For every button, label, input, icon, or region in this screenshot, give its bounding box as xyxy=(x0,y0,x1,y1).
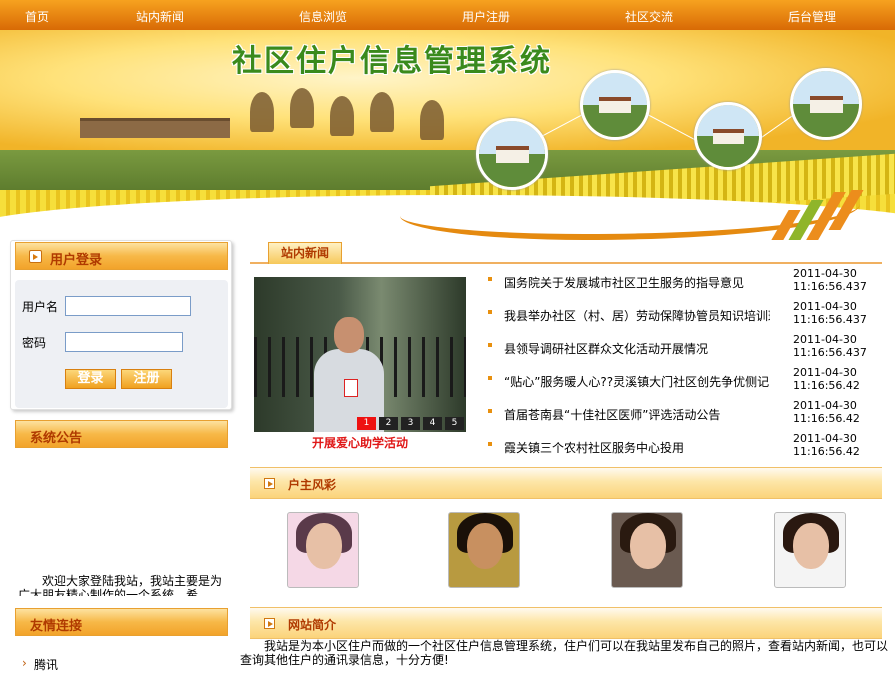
news-title[interactable]: 国务院关于发展城市社区卫生服务的指导意见 xyxy=(504,274,770,291)
notice-header: 系统公告 xyxy=(15,420,228,448)
news-slideshow[interactable]: 1 2 3 4 5 xyxy=(254,277,466,432)
bullet-icon xyxy=(488,310,492,314)
notice-text: 欢迎大家登陆我站，我站主要是为广大朋友精心制作的一个系统，希 xyxy=(18,574,223,596)
banner-photo-circle xyxy=(476,118,548,190)
site-title: 社区住户信息管理系统 xyxy=(232,44,552,79)
about-header: 网站简介 xyxy=(250,607,882,639)
slide-caption[interactable]: 开展爱心助学活动 xyxy=(254,434,466,451)
news-title[interactable]: 我县举办社区（村、居）劳动保障协管员知识培训班 xyxy=(504,307,770,324)
nav-admin[interactable]: 后台管理 xyxy=(788,8,836,25)
nav-register[interactable]: 用户注册 xyxy=(462,8,510,25)
top-nav: 首页 站内新闻 信息浏览 用户注册 社区交流 后台管理 xyxy=(0,0,895,30)
nav-browse[interactable]: 信息浏览 xyxy=(299,8,347,25)
bullet-icon xyxy=(488,343,492,347)
about-text: 我站是为本小区住户而做的一个社区住户信息管理系统，住户们可以在我站里发布自己的照… xyxy=(240,639,889,667)
slide-page-3[interactable]: 3 xyxy=(401,417,420,430)
links-header: 友情连接 xyxy=(15,608,228,636)
news-date: 2011-04-30 11:16:56.437 xyxy=(793,300,867,326)
nav-news[interactable]: 站内新闻 xyxy=(136,8,184,25)
news-item: 霞关镇三个农村社区服务中心投用 2011-04-30 11:16:56.42 xyxy=(488,431,878,464)
bullet-icon xyxy=(488,409,492,413)
slide-page-1[interactable]: 1 xyxy=(357,417,376,430)
news-item: 国务院关于发展城市社区卫生服务的指导意见 2011-04-30 11:16:56.… xyxy=(488,266,878,299)
residents-header: 户主风彩 xyxy=(250,467,882,499)
bullet-icon xyxy=(488,376,492,380)
news-title[interactable]: 县领导调研社区群众文化活动开展情况 xyxy=(504,340,770,357)
banner-building xyxy=(80,118,230,138)
about-heading: 网站简介 xyxy=(288,618,337,632)
slide-page-4[interactable]: 4 xyxy=(423,417,442,430)
slide-person xyxy=(314,317,384,432)
slide-pager: 1 2 3 4 5 xyxy=(357,417,464,430)
news-date: 2011-04-30 11:16:56.42 xyxy=(793,399,860,425)
nav-home[interactable]: 首页 xyxy=(25,8,49,25)
username-label: 用户名 xyxy=(22,300,59,314)
banner-photo-circle xyxy=(790,68,862,140)
news-date: 2011-04-30 11:16:56.42 xyxy=(793,432,860,458)
news-date: 2011-04-30 11:16:56.42 xyxy=(793,366,860,392)
residents-heading: 户主风彩 xyxy=(288,478,337,492)
links-heading: 友情连接 xyxy=(30,619,83,634)
slide-page-5[interactable]: 5 xyxy=(445,417,464,430)
login-form: 用户名 密码 登录 注册 xyxy=(15,280,228,408)
banner-tree xyxy=(370,92,394,132)
bullet-icon xyxy=(488,277,492,281)
news-title[interactable]: 霞关镇三个农村社区服务中心投用 xyxy=(504,439,770,456)
banner-tree xyxy=(250,92,274,132)
password-label: 密码 xyxy=(22,336,47,350)
news-date: 2011-04-30 11:16:56.437 xyxy=(793,333,867,359)
resident-photo[interactable] xyxy=(774,512,846,588)
news-item: 首届苍南县“十佳社区医师”评选活动公告 2011-04-30 11:16:56.4… xyxy=(488,398,878,431)
news-date: 2011-04-30 11:16:56.437 xyxy=(793,267,867,293)
news-title[interactable]: 首届苍南县“十佳社区医师”评选活动公告 xyxy=(504,406,770,423)
news-item: 我县举办社区（村、居）劳动保障协管员知识培训班 2011-04-30 11:16:… xyxy=(488,299,878,332)
section-icon xyxy=(264,618,275,629)
news-item: 县领导调研社区群众文化活动开展情况 2011-04-30 11:16:56.437 xyxy=(488,332,878,365)
news-title[interactable]: “贴心”服务暖人心??灵溪镇大门社区创先争优侧记 xyxy=(504,373,770,390)
link-item[interactable]: 腾讯 xyxy=(22,656,58,673)
login-header: 用户登录 xyxy=(15,242,228,270)
section-icon xyxy=(264,478,275,489)
login-heading: 用户登录 xyxy=(50,253,103,268)
banner-photo-circle xyxy=(694,102,762,170)
banner-stripes xyxy=(770,190,870,240)
username-input[interactable] xyxy=(65,296,191,316)
resident-photo[interactable] xyxy=(287,512,359,588)
login-button[interactable]: 登录 xyxy=(65,369,116,389)
slide-page-2[interactable]: 2 xyxy=(379,417,398,430)
bullet-icon xyxy=(488,442,492,446)
notice-panel: 欢迎大家登陆我站，我站主要是为广大朋友精心制作的一个系统，希 xyxy=(10,448,230,596)
banner-tree xyxy=(290,88,314,128)
resident-photo[interactable] xyxy=(611,512,683,588)
login-icon xyxy=(29,250,42,263)
register-button[interactable]: 注册 xyxy=(121,369,172,389)
news-tab-bar: 站内新闻 xyxy=(250,240,882,264)
tab-news[interactable]: 站内新闻 xyxy=(268,242,342,264)
banner-tree xyxy=(420,100,444,140)
banner-tree xyxy=(330,96,354,136)
notice-heading: 系统公告 xyxy=(30,431,83,446)
password-input[interactable] xyxy=(65,332,183,352)
links-list: 腾讯 xyxy=(22,656,58,673)
nav-community[interactable]: 社区交流 xyxy=(625,8,673,25)
sidebar: 用户登录 用户名 密码 登录 注册 系统公告 欢迎大家登陆我站，我站主要是为广大… xyxy=(0,240,233,678)
resident-photo[interactable] xyxy=(448,512,520,588)
header-banner: 社区住户信息管理系统 xyxy=(0,30,895,240)
news-item: “贴心”服务暖人心??灵溪镇大门社区创先争优侧记 2011-04-30 11:16… xyxy=(488,365,878,398)
banner-photo-circle xyxy=(580,70,650,140)
